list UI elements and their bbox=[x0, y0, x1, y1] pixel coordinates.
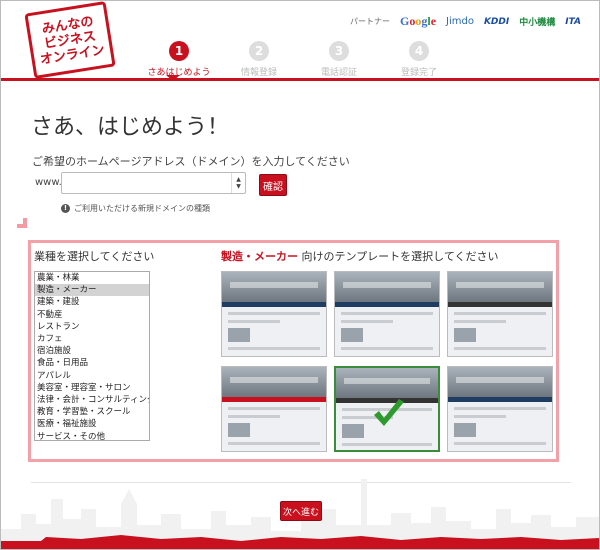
industry-option[interactable]: サービス・その他 bbox=[35, 431, 149, 440]
next-button[interactable]: 次へ進む bbox=[280, 501, 322, 521]
template-nav-bar bbox=[222, 302, 326, 307]
industry-option[interactable]: 建築・建設 bbox=[35, 296, 149, 308]
template-header-image bbox=[448, 272, 552, 302]
template-image-block bbox=[454, 328, 476, 342]
template-thumbnail[interactable] bbox=[334, 366, 440, 452]
industry-option[interactable]: レストラン bbox=[35, 321, 149, 333]
page-title: さあ、はじめよう！ bbox=[31, 115, 230, 140]
template-thumbnail[interactable] bbox=[334, 271, 440, 357]
template-header-image bbox=[222, 272, 326, 302]
jimdo-logo[interactable]: Jimdo bbox=[446, 16, 474, 27]
template-header-image bbox=[336, 368, 438, 398]
domain-field[interactable]: ▲ ▼ bbox=[61, 172, 246, 195]
template-grid bbox=[221, 271, 553, 461]
step-3-label: 電話認証 bbox=[320, 68, 357, 78]
site-logo[interactable]: みんなの ビジネス オンライン bbox=[24, 0, 116, 80]
step-2-label: 情報登録 bbox=[240, 68, 277, 78]
domain-instructions: ご希望のホームページアドレス（ドメイン）を入力してください bbox=[32, 155, 350, 168]
template-text-line bbox=[228, 442, 320, 445]
divider bbox=[31, 482, 571, 483]
selected-industry-label: 製造・メーカー bbox=[221, 250, 298, 263]
industry-title: 業種を選択してください bbox=[34, 250, 155, 263]
google-logo[interactable]: Google bbox=[400, 14, 436, 29]
template-thumbnail[interactable] bbox=[447, 271, 553, 357]
template-header-image bbox=[448, 367, 552, 397]
template-text-line bbox=[228, 312, 320, 315]
industry-list[interactable]: 農業・林業 製造・メーカー 建築・建設 不動産 レストラン カフェ 宿泊施設 食品・日用品 アパ… bbox=[34, 271, 150, 441]
template-text-line bbox=[454, 407, 546, 410]
template-nav-bar bbox=[222, 397, 326, 402]
chusho-kiko-logo[interactable]: 中小機構 bbox=[519, 15, 555, 28]
site-header: みんなの ビジネス オンライン パートナー Google Jimdo KDDI … bbox=[1, 0, 599, 81]
template-selector: 業種を選択してください 農業・林業 製造・メーカー 建築・建設 不動産 レストラン カフェ… bbox=[28, 240, 559, 462]
template-image-block bbox=[454, 423, 476, 437]
template-thumbnail[interactable] bbox=[447, 366, 553, 452]
confirm-button[interactable]: 確認 bbox=[259, 174, 287, 196]
template-text-line bbox=[454, 320, 506, 323]
step-4: 4 登録完了 bbox=[379, 41, 459, 78]
industry-option[interactable]: カフェ bbox=[35, 333, 149, 345]
template-nav-bar bbox=[335, 302, 439, 307]
domain-input[interactable] bbox=[62, 175, 230, 195]
industry-option[interactable]: 法律・会計・コンサルティング bbox=[35, 394, 149, 406]
industry-option[interactable]: 教育・学習塾・スクール bbox=[35, 406, 149, 418]
progress-steps: 1 さあはじめよう 2 情報登録 3 電話認証 4 登録完了 bbox=[139, 41, 469, 81]
domain-types-link[interactable]: ご利用いただける新規ドメインの種類 bbox=[74, 203, 210, 214]
template-text-line bbox=[228, 347, 320, 350]
step-3: 3 電話認証 bbox=[299, 41, 379, 78]
step-1: 1 さあはじめよう bbox=[139, 41, 219, 78]
template-header-image bbox=[335, 272, 439, 302]
template-header-image bbox=[222, 367, 326, 397]
selected-check-icon bbox=[374, 399, 404, 426]
template-text-line bbox=[342, 443, 432, 446]
industry-option[interactable]: 医療・福祉施設 bbox=[35, 418, 149, 430]
industry-option[interactable]: アパレル bbox=[35, 370, 149, 382]
template-text-line bbox=[454, 415, 506, 418]
step-2-number: 2 bbox=[249, 41, 269, 61]
step-2: 2 情報登録 bbox=[219, 41, 299, 78]
template-image-block bbox=[228, 423, 250, 437]
template-nav-bar bbox=[448, 302, 552, 307]
domain-types-note[interactable]: ! ご利用いただける新規ドメインの種類 bbox=[61, 203, 210, 214]
template-text-line bbox=[454, 312, 546, 315]
template-image-block bbox=[228, 328, 250, 342]
template-text-line bbox=[228, 320, 280, 323]
template-text-line bbox=[228, 415, 280, 418]
spinner-up-icon[interactable]: ▲ bbox=[236, 176, 241, 183]
template-image-block bbox=[341, 328, 363, 342]
template-title: 製造・メーカー 向けのテンプレートを選択してください bbox=[221, 248, 499, 264]
template-thumbnail[interactable] bbox=[221, 271, 327, 357]
domain-spinner[interactable]: ▲ ▼ bbox=[231, 173, 245, 193]
partner-logos: パートナー Google Jimdo KDDI 中小機構 ITA bbox=[350, 14, 581, 29]
template-text-line bbox=[454, 347, 546, 350]
step-1-number: 1 bbox=[169, 41, 189, 61]
industry-option[interactable]: 食品・日用品 bbox=[35, 357, 149, 369]
active-step-pointer bbox=[166, 75, 180, 81]
template-text-line bbox=[341, 320, 393, 323]
step-4-number: 4 bbox=[409, 41, 429, 61]
template-text-line bbox=[228, 407, 320, 410]
step-3-number: 3 bbox=[329, 41, 349, 61]
template-nav-bar bbox=[448, 397, 552, 402]
template-text-line bbox=[341, 347, 433, 350]
logo-text: みんなの ビジネス オンライン bbox=[39, 13, 106, 68]
industry-option[interactable]: 農業・林業 bbox=[35, 272, 149, 284]
template-thumbnail[interactable] bbox=[221, 366, 327, 452]
template-text-line bbox=[341, 312, 433, 315]
industry-option[interactable]: 美容室・理容室・サロン bbox=[35, 382, 149, 394]
www-prefix: www. bbox=[35, 177, 62, 188]
spinner-down-icon[interactable]: ▼ bbox=[236, 183, 241, 190]
info-icon: ! bbox=[61, 204, 70, 213]
industry-option[interactable]: 製造・メーカー bbox=[35, 284, 149, 297]
pointer-arrow-icon bbox=[13, 214, 27, 228]
step-4-label: 登録完了 bbox=[400, 68, 437, 78]
template-text-line bbox=[454, 442, 546, 445]
industry-option[interactable]: 宿泊施設 bbox=[35, 345, 149, 357]
template-title-text: 向けのテンプレートを選択してください bbox=[298, 250, 499, 263]
industry-option[interactable]: 不動産 bbox=[35, 309, 149, 321]
kddi-logo[interactable]: KDDI bbox=[484, 17, 509, 27]
partners-label: パートナー bbox=[350, 17, 390, 26]
template-image-block bbox=[342, 424, 364, 438]
ita-logo[interactable]: ITA bbox=[565, 17, 581, 27]
